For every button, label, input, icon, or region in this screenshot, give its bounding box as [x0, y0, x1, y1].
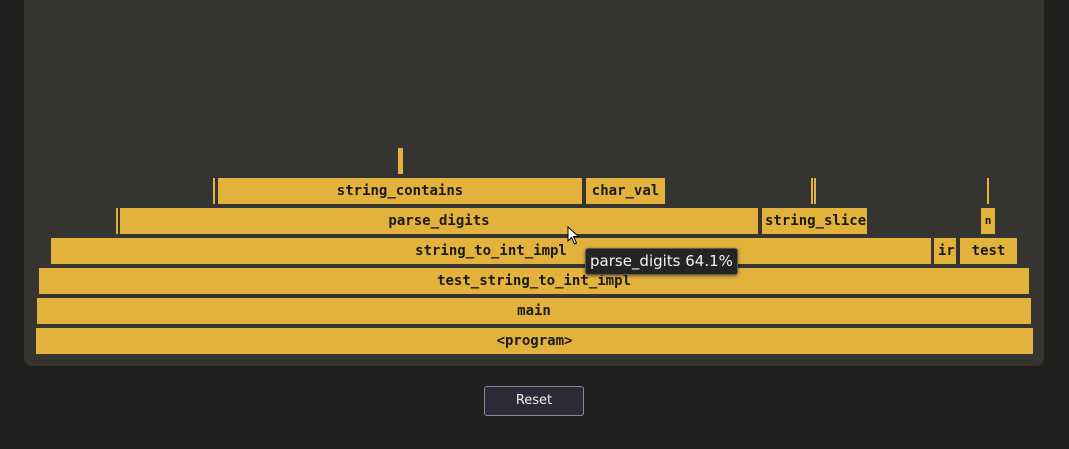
frame-parse-digits[interactable]: parse_digits — [120, 208, 758, 234]
reset-button[interactable]: Reset — [484, 386, 584, 416]
frame-test[interactable]: test — [960, 238, 1017, 264]
frame-char-val[interactable]: char_val — [586, 178, 665, 204]
frame-string-contains[interactable]: string_contains — [218, 178, 582, 204]
frame-string-to-int-impl[interactable]: string_to_int_impl — [51, 238, 931, 264]
frame-sliver[interactable] — [116, 208, 118, 234]
frame-sliver[interactable] — [987, 178, 989, 204]
frame-sliver[interactable] — [811, 178, 813, 204]
frame-sliver[interactable] — [814, 178, 816, 204]
frame-program[interactable]: <program> — [36, 328, 1033, 354]
frame-ir[interactable]: ir — [934, 238, 956, 264]
frame-tooltip: parse_digits 64.1% — [585, 248, 738, 275]
frame-string-slice[interactable]: string_slice — [762, 208, 867, 234]
frame-main[interactable]: main — [37, 298, 1031, 324]
frame-n[interactable]: n — [981, 208, 995, 234]
mouse-cursor-icon — [567, 226, 580, 245]
frame-sliver[interactable] — [213, 178, 215, 204]
frame-test-string-to-int-impl[interactable]: test_string_to_int_impl — [39, 268, 1029, 294]
frame-sliver[interactable] — [398, 148, 403, 174]
